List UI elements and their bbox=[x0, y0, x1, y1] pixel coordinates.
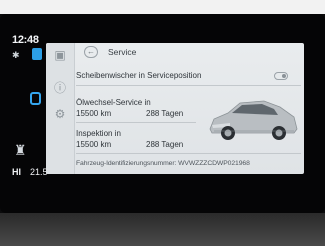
header: ← Service bbox=[76, 43, 304, 61]
back-button[interactable]: ← bbox=[84, 46, 98, 58]
inspection-label: Inspektion in bbox=[76, 129, 121, 138]
divider bbox=[76, 122, 196, 123]
car-icon[interactable]: ▣ bbox=[52, 48, 68, 62]
wiper-service-row[interactable]: Scheibenwischer in Serviceposition bbox=[76, 71, 201, 80]
info-icon[interactable]: ⓘ bbox=[52, 81, 68, 95]
temperature-value[interactable]: 21.5 bbox=[30, 167, 48, 177]
home-button[interactable] bbox=[30, 92, 41, 105]
wiper-service-label: Scheibenwischer in Serviceposition bbox=[76, 71, 202, 80]
seat-heating-icon[interactable]: ♜ bbox=[14, 142, 27, 159]
page-title: Service bbox=[108, 47, 137, 57]
inspection-days: 288 Tagen bbox=[146, 140, 184, 149]
service-screen: ▣ ⓘ ⚙ ← Service Scheibenwischer in Servi… bbox=[46, 43, 304, 174]
dashboard-trim bbox=[0, 213, 325, 246]
left-menu: ▣ ⓘ ⚙ bbox=[46, 43, 75, 174]
car-display-photo: 12:48 ✱ ♜ HI 21.5 ▣ ⓘ ⚙ ← Service Scheib… bbox=[0, 0, 325, 246]
settings-icon[interactable]: ⚙ bbox=[52, 107, 68, 121]
wiper-service-toggle[interactable] bbox=[274, 72, 288, 80]
climate-mode-label: HI bbox=[12, 167, 21, 177]
oil-service-km: 15500 km bbox=[76, 109, 112, 118]
bluetooth-icon: ✱ bbox=[12, 50, 20, 60]
status-bar: 12:48 ✱ ♜ HI 21.5 bbox=[6, 32, 48, 192]
phone-status-indicator[interactable] bbox=[32, 48, 42, 60]
vin-text: Fahrzeug-Identifizierungsnummer: WVWZZZC… bbox=[76, 160, 250, 167]
clock: 12:48 bbox=[12, 34, 39, 46]
car-image bbox=[209, 100, 298, 140]
divider bbox=[76, 85, 301, 86]
oil-service-label: Ölwechsel-Service in bbox=[76, 98, 151, 107]
oil-service-days: 288 Tagen bbox=[146, 109, 184, 118]
photo-background-top bbox=[0, 0, 325, 14]
inspection-km: 15500 km bbox=[76, 140, 112, 149]
divider bbox=[76, 153, 301, 154]
